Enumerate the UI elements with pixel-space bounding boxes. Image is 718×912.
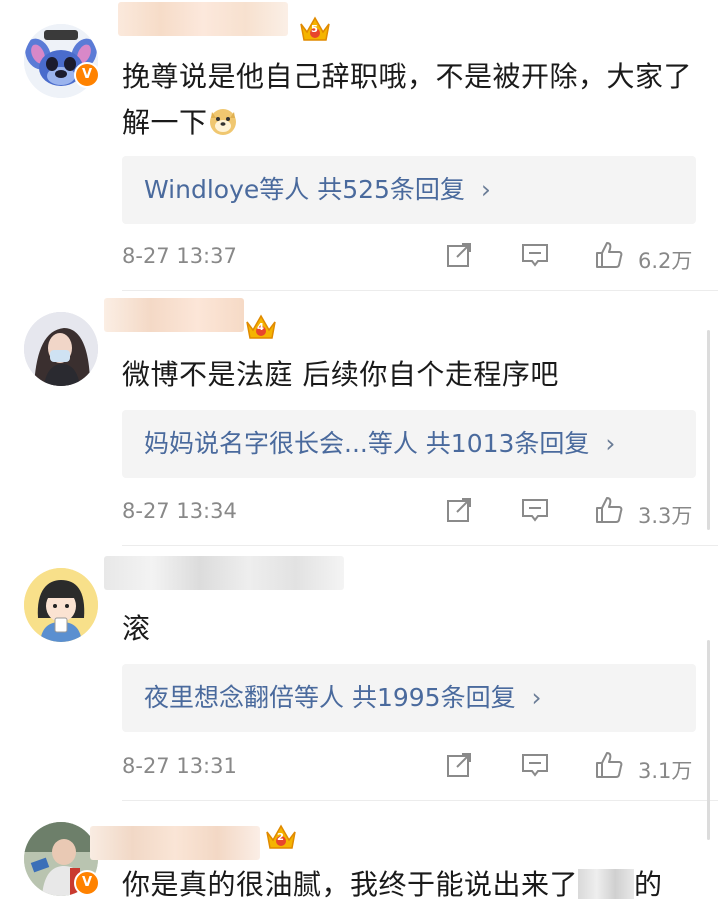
comment-text-content: 滚	[122, 612, 151, 645]
chevron-right-icon: ›	[605, 429, 616, 458]
reply-summary[interactable]: 妈妈说名字很长会...等人 共1013条回复 ›	[122, 410, 696, 478]
crown-level: 2	[277, 832, 284, 843]
avatar[interactable]	[24, 312, 98, 386]
divider	[122, 545, 718, 546]
username-blurred[interactable]	[104, 298, 244, 332]
comment-text-content: 微博不是法庭 后续你自个走程序吧	[122, 358, 559, 391]
like-count: 3.3万	[638, 504, 693, 528]
share-icon[interactable]	[444, 240, 474, 270]
username-blurred[interactable]	[104, 556, 344, 590]
doge-emoji-icon	[209, 109, 236, 135]
reply-summary[interactable]: Windloye等人 共525条回复 ›	[122, 156, 696, 224]
crown-icon: 2	[264, 820, 298, 854]
reply-count[interactable]: 共1995条回复	[352, 683, 516, 712]
scrollbar[interactable]	[707, 330, 710, 530]
like-icon[interactable]	[594, 750, 624, 780]
username-blurred[interactable]	[118, 2, 288, 36]
share-icon[interactable]	[444, 750, 474, 780]
comment-text: 微博不是法庭 后续你自个走程序吧	[122, 352, 692, 398]
reply-count[interactable]: 共1013条回复	[426, 429, 590, 458]
comment-meta: 8-27 13:34 3.3万	[122, 495, 696, 529]
reply-names[interactable]: 妈妈说名字很长会...等人	[144, 429, 418, 458]
like-count: 3.1万	[638, 759, 693, 783]
comment-icon[interactable]	[520, 750, 550, 780]
comment-icon[interactable]	[520, 495, 550, 525]
scrollbar[interactable]	[707, 640, 710, 840]
timestamp: 8-27 13:37	[122, 244, 237, 268]
crown-icon: 5	[298, 12, 332, 46]
reply-count[interactable]: 共525条回复	[317, 175, 465, 204]
like-count: 6.2万	[638, 249, 693, 273]
reply-names[interactable]: Windloye等人	[144, 175, 309, 204]
chevron-right-icon: ›	[531, 683, 542, 712]
comment-text: 滚	[122, 606, 692, 652]
divider	[122, 290, 718, 291]
verified-badge-icon: V	[74, 870, 100, 896]
comment-text-content: 你是真的很油腻，我终于能说出来了	[122, 868, 579, 901]
timestamp: 8-27 13:34	[122, 499, 237, 523]
cartoon-girl-avatar-icon	[24, 568, 98, 642]
crown-icon: 4	[244, 310, 278, 344]
comment-meta: 8-27 13:31 3.1万	[122, 750, 696, 784]
comment-icon[interactable]	[520, 240, 550, 270]
comment-text-tail: 的	[634, 868, 663, 901]
like-icon[interactable]	[594, 240, 624, 270]
avatar[interactable]	[24, 568, 98, 642]
divider	[122, 800, 718, 801]
timestamp: 8-27 13:31	[122, 754, 237, 778]
comment-meta: 8-27 13:37 6.2万	[122, 240, 696, 274]
blurred-word	[578, 869, 635, 899]
crown-level: 5	[311, 24, 318, 35]
share-icon[interactable]	[444, 495, 474, 525]
reply-names[interactable]: 夜里想念翻倍等人	[144, 683, 344, 712]
comment-text: 挽尊说是他自己辞职哦，不是被开除，大家了解一下	[122, 54, 692, 146]
portrait-avatar-icon	[24, 312, 98, 386]
reply-summary[interactable]: 夜里想念翻倍等人 共1995条回复 ›	[122, 664, 696, 732]
crown-level: 4	[257, 322, 264, 333]
chevron-right-icon: ›	[480, 175, 491, 204]
username-blurred[interactable]	[90, 826, 260, 860]
like-icon[interactable]	[594, 495, 624, 525]
comment-text: 你是真的很油腻，我终于能说出来了 的	[122, 862, 692, 908]
verified-badge-icon: V	[74, 62, 100, 88]
